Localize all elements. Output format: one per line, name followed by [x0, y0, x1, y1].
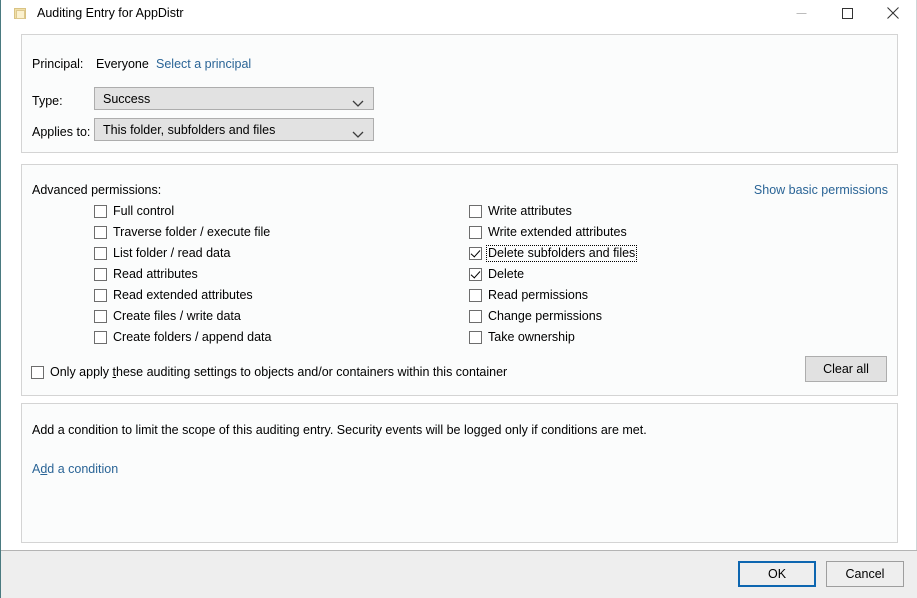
permission-right-label: Delete subfolders and files	[485, 245, 638, 262]
permission-left-row[interactable]: Traverse folder / execute file	[94, 225, 271, 240]
add-a-condition-link[interactable]: Add a condition	[32, 462, 118, 476]
permission-left-row[interactable]: Create folders / append data	[94, 330, 272, 345]
type-dropdown-value: Success	[103, 91, 151, 106]
permission-right-row[interactable]: Change permissions	[469, 309, 603, 324]
permission-left-row[interactable]: Create files / write data	[94, 309, 242, 324]
permission-right-checkbox[interactable]	[469, 226, 482, 239]
advanced-permissions-heading: Advanced permissions:	[32, 183, 162, 197]
close-icon[interactable]	[870, 0, 916, 26]
permission-left-checkbox[interactable]	[94, 289, 107, 302]
permission-left-label: Create folders / append data	[113, 330, 272, 344]
auditing-entry-dialog: Auditing Entry for AppDistr Principal: E…	[0, 0, 917, 598]
type-dropdown[interactable]: Success	[94, 87, 374, 110]
permission-left-checkbox[interactable]	[94, 226, 107, 239]
permission-right-label: Read permissions	[488, 288, 589, 302]
chevron-down-icon	[352, 127, 364, 141]
clear-all-button[interactable]: Clear all	[805, 356, 887, 382]
permission-right-row[interactable]: Write extended attributes	[469, 225, 628, 240]
principal-value: Everyone	[96, 57, 149, 71]
permission-left-row[interactable]: Read attributes	[94, 267, 199, 282]
permission-right-checkbox[interactable]	[469, 205, 482, 218]
applies-to-dropdown-value: This folder, subfolders and files	[103, 122, 276, 137]
permission-right-row[interactable]: Write attributes	[469, 204, 573, 219]
permission-left-row[interactable]: Read extended attributes	[94, 288, 254, 303]
advanced-permissions-panel: Advanced permissions: Show basic permiss…	[21, 164, 898, 396]
maximize-icon[interactable]	[824, 0, 870, 26]
cancel-button[interactable]: Cancel	[826, 561, 904, 587]
permission-right-label: Take ownership	[488, 330, 575, 344]
permission-left-label: Read attributes	[113, 267, 198, 281]
permission-left-row[interactable]: Full control	[94, 204, 175, 219]
show-basic-permissions-link[interactable]: Show basic permissions	[754, 183, 888, 197]
permission-left-checkbox[interactable]	[94, 205, 107, 218]
permission-left-checkbox[interactable]	[94, 247, 107, 260]
chevron-down-icon	[352, 96, 364, 110]
permission-left-label: List folder / read data	[113, 246, 231, 260]
only-apply-checkbox[interactable]	[31, 366, 44, 379]
conditions-description: Add a condition to limit the scope of th…	[32, 423, 647, 437]
minimize-icon[interactable]	[778, 0, 824, 26]
permission-right-label: Delete	[488, 267, 525, 281]
principal-panel: Principal: Everyone Select a principal T…	[21, 34, 898, 153]
conditions-panel: Add a condition to limit the scope of th…	[21, 403, 898, 543]
ok-button[interactable]: OK	[738, 561, 816, 587]
type-label: Type:	[32, 94, 63, 108]
permission-left-label: Create files / write data	[113, 309, 241, 323]
permission-left-label: Full control	[113, 204, 175, 218]
title-bar: Auditing Entry for AppDistr	[1, 0, 916, 26]
permission-right-label: Write extended attributes	[488, 225, 627, 239]
select-a-principal-link[interactable]: Select a principal	[156, 57, 251, 71]
permission-right-checkbox[interactable]	[469, 331, 482, 344]
permission-left-checkbox[interactable]	[94, 310, 107, 323]
permission-right-row[interactable]: Delete subfolders and files	[469, 245, 638, 262]
permission-right-checkbox[interactable]	[469, 310, 482, 323]
folder-icon	[14, 7, 27, 19]
permission-right-checkbox[interactable]	[469, 268, 482, 281]
permission-left-label: Traverse folder / execute file	[113, 225, 271, 239]
caption-buttons	[778, 0, 916, 26]
only-apply-label: Only apply these auditing settings to ob…	[50, 365, 508, 379]
permission-right-row[interactable]: Read permissions	[469, 288, 589, 303]
permission-left-checkbox[interactable]	[94, 331, 107, 344]
dialog-button-bar: OK Cancel	[1, 550, 917, 598]
permission-right-checkbox[interactable]	[469, 247, 482, 260]
permission-right-label: Write attributes	[488, 204, 572, 218]
permission-right-checkbox[interactable]	[469, 289, 482, 302]
permission-right-row[interactable]: Take ownership	[469, 330, 576, 345]
permission-left-label: Read extended attributes	[113, 288, 253, 302]
window-title: Auditing Entry for AppDistr	[37, 6, 184, 20]
permission-right-label: Change permissions	[488, 309, 602, 323]
applies-to-dropdown[interactable]: This folder, subfolders and files	[94, 118, 374, 141]
permission-left-row[interactable]: List folder / read data	[94, 246, 231, 261]
permission-right-row[interactable]: Delete	[469, 267, 525, 282]
permission-left-checkbox[interactable]	[94, 268, 107, 281]
principal-label: Principal:	[32, 57, 84, 71]
applies-to-label: Applies to:	[32, 125, 91, 139]
only-apply-checkbox-row[interactable]: Only apply these auditing settings to ob…	[31, 365, 508, 380]
